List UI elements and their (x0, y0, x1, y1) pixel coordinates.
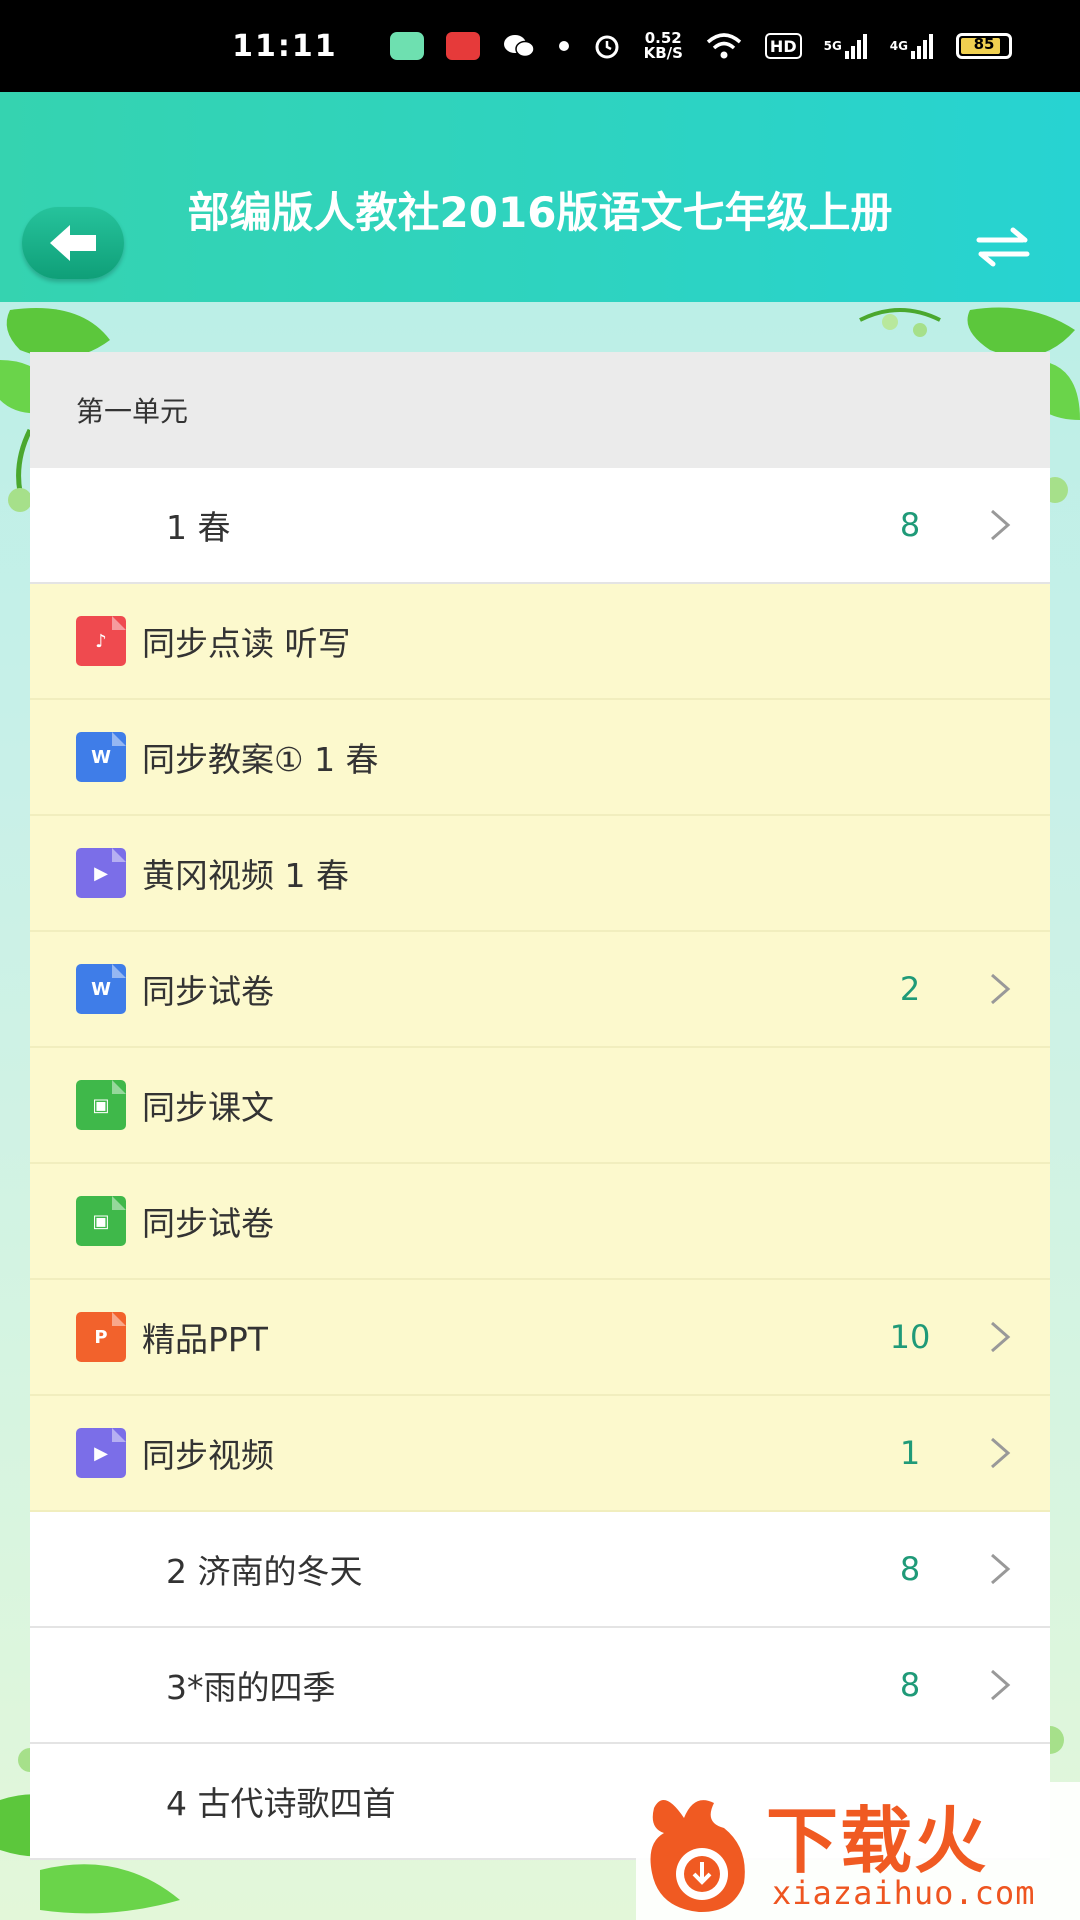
item-count: 8 (899, 1666, 921, 1704)
resource-title: 同步点读 听写 (142, 624, 351, 663)
resource-title: 同步试卷 (142, 972, 274, 1011)
lesson-title: 2 济南的冬天 (166, 1552, 363, 1591)
signal-label: 4G (889, 39, 908, 53)
hd-icon: HD (764, 33, 802, 59)
resource-title: 同步课文 (142, 1088, 274, 1127)
chevron-right-icon (980, 1317, 1020, 1357)
chevron-right-icon (980, 1549, 1020, 1589)
resource-row[interactable]: ▶ 同步视频 1 (30, 1396, 1050, 1512)
status-time: 11:11 (232, 28, 338, 64)
resource-row[interactable]: ♪ 同步点读 听写 (30, 584, 1050, 700)
lesson-row[interactable]: 3*雨的四季 8 (30, 1628, 1050, 1744)
item-count: 10 (889, 1318, 931, 1356)
ppt-file-icon: P (76, 1312, 126, 1362)
lesson-title: 1 春 (166, 508, 231, 547)
music-file-icon: ♪ (76, 616, 126, 666)
speed-unit: KB/S (643, 44, 683, 62)
course-list: 第一单元 1 春 8 ♪ 同步点读 听写 W 同步教案① 1 春 ▶ 黄冈视频 … (30, 352, 1050, 1920)
item-count: 8 (899, 1550, 921, 1588)
resource-title: 精品PPT (142, 1320, 268, 1359)
lesson-title: 4 古代诗歌四首 (166, 1784, 396, 1823)
app-notification-icon (445, 32, 480, 60)
signal-label: 5G (823, 39, 842, 53)
status-bar: 11:11 0.52 KB/S HD 5G 4G 85 (0, 0, 1080, 92)
flame-logo-icon (650, 1800, 745, 1913)
signal-4g-icon: 4G (890, 33, 934, 59)
arrow-left-icon (50, 225, 96, 261)
watermark: 下载火 xiazaihuo.com (636, 1782, 1080, 1920)
resource-row[interactable]: ▣ 同步试卷 (30, 1164, 1050, 1280)
resource-row[interactable]: ▶ 黄冈视频 1 春 (30, 816, 1050, 932)
hd-label: HD (769, 36, 797, 56)
swap-arrows-icon (976, 227, 1030, 267)
page-title: 部编版人教社2016版语文七年级上册 (187, 188, 893, 237)
wechat-icon (502, 32, 536, 60)
back-button[interactable] (22, 207, 124, 279)
watermark-brand: 下载火 (766, 1799, 989, 1883)
app-header: 部编版人教社2016版语文七年级上册 (0, 92, 1080, 302)
app-notification-icon (389, 32, 424, 60)
battery-icon: 85 (956, 33, 1012, 59)
battery-level: 85 (973, 35, 995, 53)
resource-row[interactable]: W 同步试卷 2 (30, 932, 1050, 1048)
lesson-row[interactable]: 2 济南的冬天 8 (30, 1512, 1050, 1628)
wifi-icon (705, 32, 743, 60)
resource-row[interactable]: ▣ 同步课文 (30, 1048, 1050, 1164)
unit-header[interactable]: 第一单元 (30, 352, 1050, 468)
unit-title: 第一单元 (76, 395, 189, 428)
chevron-right-icon (980, 1433, 1020, 1473)
chevron-right-icon (980, 1665, 1020, 1705)
resource-title: 黄冈视频 1 春 (142, 856, 349, 895)
resource-row[interactable]: W 同步教案① 1 春 (30, 700, 1050, 816)
signal-5g-icon: 5G (824, 33, 868, 59)
resource-title: 同步试卷 (142, 1204, 274, 1243)
chevron-right-icon (980, 505, 1020, 545)
lesson-title: 3*雨的四季 (166, 1668, 336, 1707)
image-file-icon: ▣ (76, 1080, 126, 1130)
dot-icon (558, 40, 570, 52)
word-file-icon: W (76, 732, 126, 782)
play-file-icon: ▶ (76, 1428, 126, 1478)
video-file-icon: ▶ (76, 848, 126, 898)
lesson-row[interactable]: 1 春 8 (30, 468, 1050, 584)
resource-row[interactable]: P 精品PPT 10 (30, 1280, 1050, 1396)
resource-title: 同步视频 (142, 1436, 274, 1475)
image-file-icon: ▣ (76, 1196, 126, 1246)
network-speed: 0.52 KB/S (644, 31, 683, 61)
chevron-right-icon (980, 969, 1020, 1009)
watermark-url: xiazaihuo.com (772, 1874, 1036, 1912)
item-count: 1 (899, 1434, 921, 1472)
item-count: 8 (899, 506, 921, 544)
word-file-icon: W (76, 964, 126, 1014)
alarm-icon (592, 31, 622, 61)
switch-button[interactable] (970, 222, 1036, 272)
item-count: 2 (899, 970, 921, 1008)
resource-title: 同步教案① 1 春 (142, 740, 379, 779)
